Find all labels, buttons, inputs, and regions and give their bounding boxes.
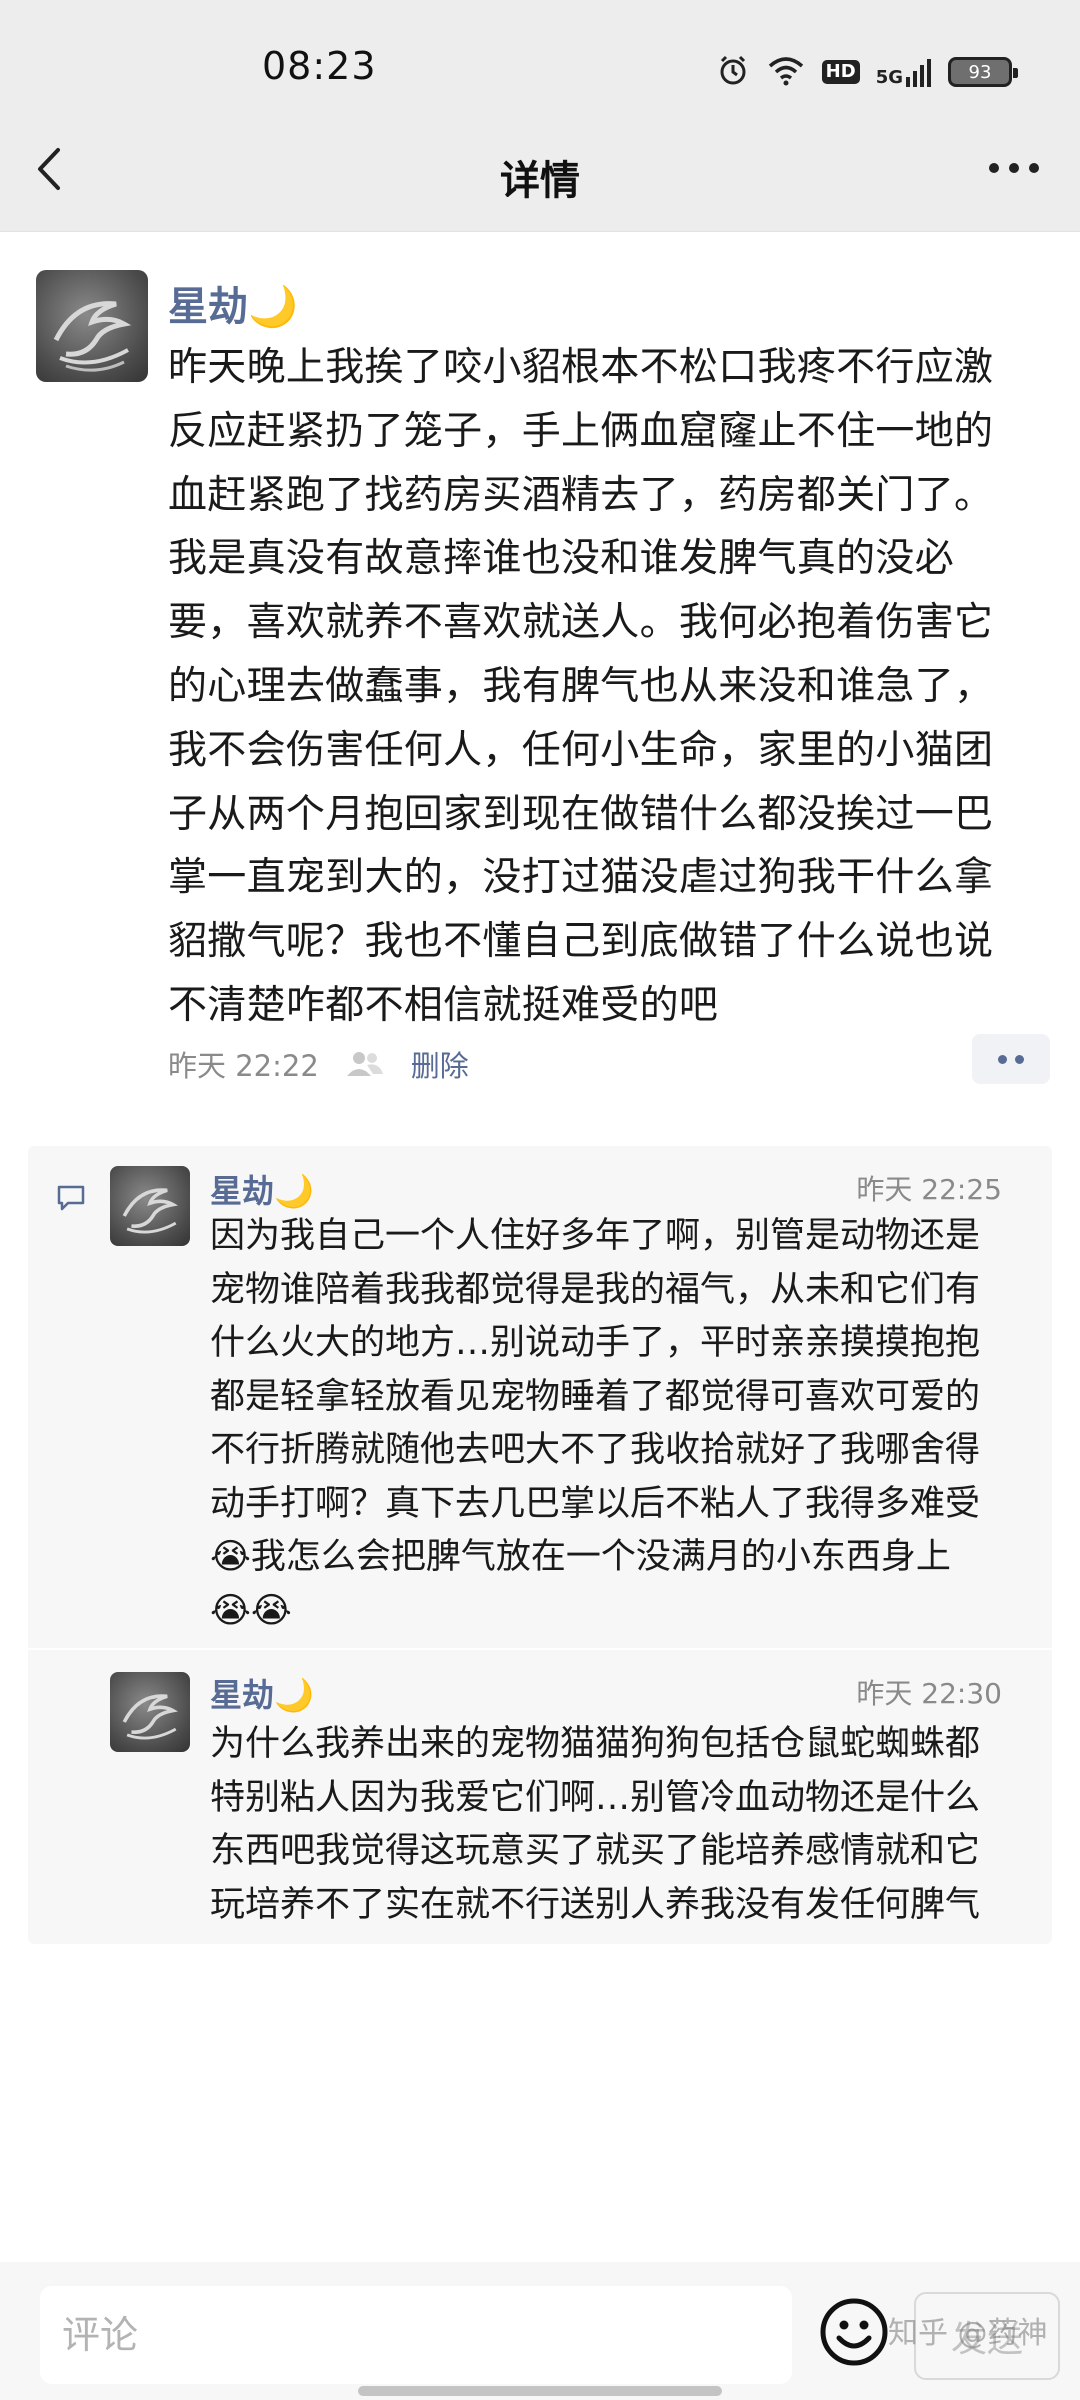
alarm-icon bbox=[716, 53, 750, 91]
post-meta: 昨天 22:22 删除 bbox=[168, 1044, 469, 1084]
signal-icon: 5G bbox=[876, 57, 932, 87]
avatar[interactable] bbox=[110, 1672, 190, 1752]
dot-icon bbox=[998, 1054, 1007, 1064]
comment-text[interactable]: 因为我自己一个人住好多年了啊，别管是动物还是 宠物谁陪着我我都觉得是我的福气，从… bbox=[210, 1210, 1028, 1638]
battery-level: 93 bbox=[968, 61, 992, 83]
more-icon[interactable] bbox=[986, 160, 1042, 176]
home-indicator[interactable] bbox=[358, 2386, 722, 2396]
hd-icon: HD bbox=[821, 60, 860, 84]
status-icons: HD 5G 93 bbox=[716, 50, 1018, 94]
avatar[interactable] bbox=[110, 1166, 190, 1246]
friends-icon bbox=[346, 1052, 383, 1076]
divider bbox=[28, 1648, 1052, 1650]
dragon-logo-icon bbox=[122, 1694, 178, 1740]
battery-icon: 93 bbox=[948, 57, 1018, 87]
dragon-logo-icon bbox=[53, 301, 132, 372]
dragon-logo-icon bbox=[122, 1188, 178, 1234]
smiley-icon[interactable] bbox=[818, 2296, 890, 2368]
avatar[interactable] bbox=[36, 270, 148, 382]
post-content: 昨天晚上我挨了咬小貂根本不松口我疼不行应激 反应赶紧扔了笼子，手上俩血窟窿止不住… bbox=[168, 345, 994, 1028]
comment-input[interactable] bbox=[40, 2286, 792, 2384]
post-author[interactable]: 星劫🌙 bbox=[168, 274, 298, 332]
status-time: 08:23 bbox=[262, 44, 377, 88]
more-actions-button[interactable] bbox=[972, 1034, 1050, 1084]
post-time: 昨天 22:22 bbox=[168, 1049, 319, 1083]
dot-icon bbox=[1015, 1054, 1024, 1064]
comment-text[interactable]: 为什么我养出来的宠物猫猫狗狗包括仓鼠蛇蜘蛛都 特别粘人因为我爱它们啊…别管冷血动… bbox=[210, 1718, 1028, 1932]
page-title: 详情 bbox=[500, 158, 580, 204]
watermark: 知乎 @药神 bbox=[888, 2316, 1048, 2351]
comment-icon bbox=[57, 1185, 85, 1211]
delete-button[interactable]: 删除 bbox=[411, 1043, 469, 1085]
nav-bar: 详情 bbox=[0, 100, 1080, 232]
comment-time: 昨天 22:25 bbox=[856, 1173, 1002, 1206]
network-type: 5G bbox=[875, 67, 903, 88]
comment-time: 昨天 22:30 bbox=[856, 1677, 1002, 1710]
comment-author[interactable]: 星劫🌙 bbox=[210, 1670, 314, 1716]
wifi-icon bbox=[766, 54, 806, 90]
comment-author[interactable]: 星劫🌙 bbox=[210, 1166, 314, 1212]
